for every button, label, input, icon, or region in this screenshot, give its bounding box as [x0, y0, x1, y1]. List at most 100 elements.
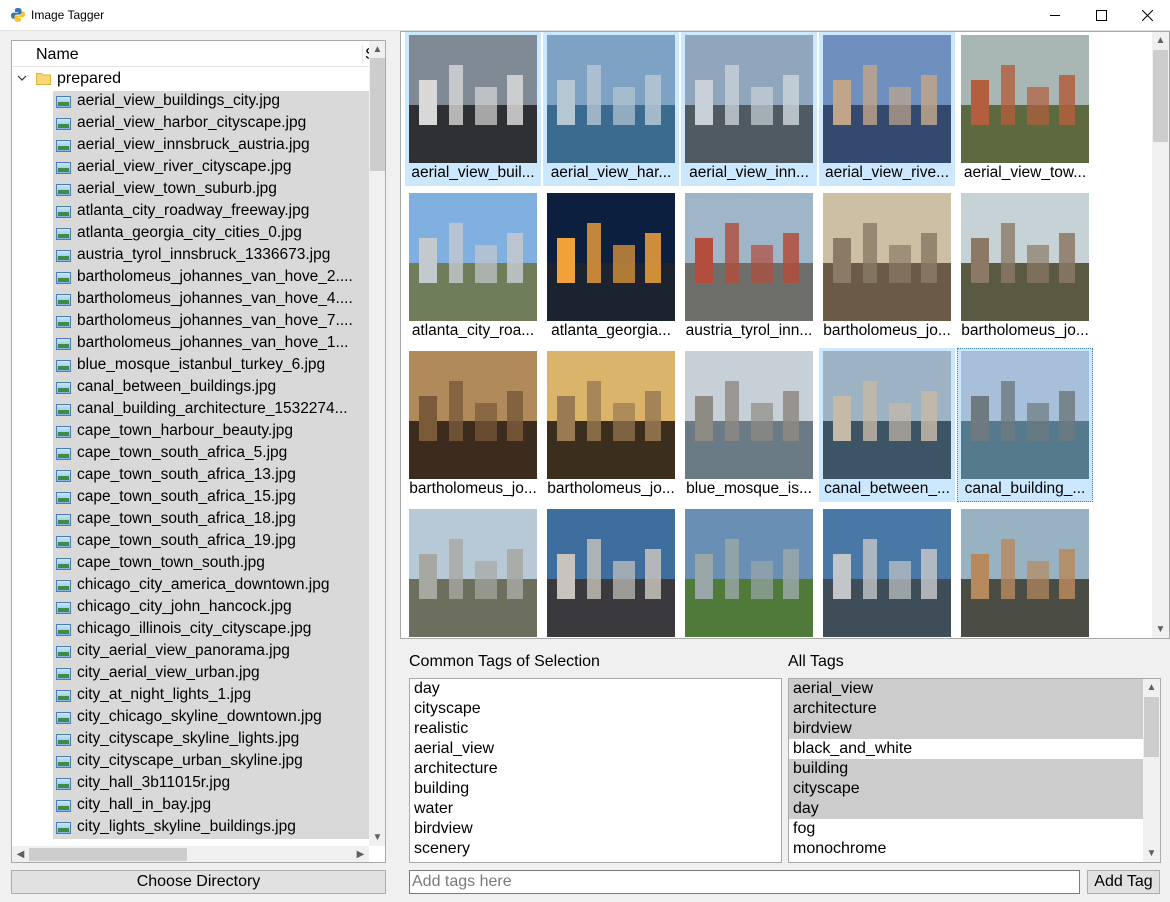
all-tag-item[interactable]: black_and_white [789, 739, 1143, 759]
file-row[interactable]: canal_between_buildings.jpg [53, 377, 369, 399]
file-row[interactable]: cape_town_town_south.jpg [53, 553, 369, 575]
file-row[interactable]: cape_town_south_africa_13.jpg [53, 465, 369, 487]
common-tag-item[interactable]: architecture [410, 759, 781, 779]
scroll-thumb[interactable] [29, 848, 187, 861]
image-tile[interactable]: blue_mosque_is... [681, 348, 817, 502]
file-tree[interactable]: Name S prepared aerial_view_buildings_ci… [11, 40, 386, 863]
scroll-right-icon[interactable]: ▶ [352, 846, 369, 862]
file-row[interactable]: cape_town_south_africa_19.jpg [53, 531, 369, 553]
image-tile[interactable] [405, 506, 541, 638]
scroll-thumb[interactable] [370, 58, 385, 171]
file-row[interactable]: aerial_view_town_suburb.jpg [53, 179, 369, 201]
image-tile[interactable]: bartholomeus_jo... [405, 348, 541, 502]
image-tile[interactable] [543, 506, 679, 638]
file-row[interactable]: atlanta_city_roadway_freeway.jpg [53, 201, 369, 223]
file-row[interactable]: city_hall_in_bay.jpg [53, 795, 369, 817]
image-tile[interactable]: atlanta_city_roa... [405, 190, 541, 344]
common-tag-item[interactable]: realistic [410, 719, 781, 739]
file-row[interactable]: bartholomeus_johannes_van_hove_2.... [53, 267, 369, 289]
image-tile[interactable]: atlanta_georgia... [543, 190, 679, 344]
image-tile[interactable]: canal_between_... [819, 348, 955, 502]
image-tile[interactable] [681, 506, 817, 638]
scroll-up-icon[interactable]: ▲ [369, 41, 385, 58]
all-tag-item[interactable]: architecture [789, 699, 1143, 719]
file-row[interactable]: cape_town_south_africa_15.jpg [53, 487, 369, 509]
image-grid[interactable]: canal_building_... canal_between_... blue_… [400, 31, 1170, 639]
chevron-down-icon[interactable] [17, 74, 27, 82]
column-divider[interactable] [362, 45, 363, 63]
file-row[interactable]: cape_town_south_africa_5.jpg [53, 443, 369, 465]
image-tile[interactable]: aerial_view_har... [543, 32, 679, 186]
all-tags-list[interactable]: aerial_view architecture birdview black_and… [788, 678, 1161, 863]
scroll-down-icon[interactable]: ▼ [1152, 621, 1169, 638]
file-row[interactable]: chicago_city_john_hancock.jpg [53, 597, 369, 619]
all-tag-item[interactable]: day [789, 799, 1143, 819]
file-row[interactable]: city_lights_skyline_buildings.jpg [53, 817, 369, 839]
file-row[interactable]: city_cityscape_urban_skyline.jpg [53, 751, 369, 773]
image-tile[interactable] [957, 506, 1093, 638]
scroll-thumb[interactable] [1144, 697, 1159, 757]
common-tag-item[interactable]: cityscape [410, 699, 781, 719]
common-tag-item[interactable]: water [410, 799, 781, 819]
all-tag-item[interactable]: cityscape [789, 779, 1143, 799]
image-tile[interactable]: bartholomeus_jo... [957, 190, 1093, 344]
tags-vertical-scrollbar[interactable]: ▲ ▼ [1143, 679, 1160, 862]
common-tag-item[interactable]: scenery [410, 839, 781, 859]
scroll-left-icon[interactable]: ◀ [12, 846, 29, 862]
file-row[interactable]: aerial_view_buildings_city.jpg [53, 91, 369, 113]
file-row[interactable]: blue_mosque_istanbul_turkey_6.jpg [53, 355, 369, 377]
tree-horizontal-scrollbar[interactable]: ◀ ▶ [12, 846, 369, 862]
file-row[interactable]: city_aerial_view_urban.jpg [53, 663, 369, 685]
file-list[interactable]: aerial_view_buildings_city.jpg aerial_vie… [53, 91, 369, 839]
minimize-button[interactable] [1032, 0, 1078, 31]
image-tile[interactable]: aerial_view_rive... [819, 32, 955, 186]
file-row[interactable]: city_chicago_skyline_downtown.jpg [53, 707, 369, 729]
tree-vertical-scrollbar[interactable]: ▲ ▼ [369, 41, 385, 846]
add-tag-button[interactable]: Add Tag [1087, 870, 1160, 894]
file-row[interactable]: city_cityscape_skyline_lights.jpg [53, 729, 369, 751]
all-tag-item[interactable]: aerial_view [789, 679, 1143, 699]
scroll-down-icon[interactable]: ▼ [369, 829, 385, 846]
folder-row-prepared[interactable]: prepared [12, 68, 369, 90]
all-tag-item[interactable]: fog [789, 819, 1143, 839]
common-tag-item[interactable]: day [410, 679, 781, 699]
file-row[interactable]: cape_town_harbour_beauty.jpg [53, 421, 369, 443]
maximize-button[interactable] [1078, 0, 1124, 31]
file-row[interactable]: austria_tyrol_innsbruck_1336673.jpg [53, 245, 369, 267]
file-row[interactable]: bartholomeus_johannes_van_hove_1... [53, 333, 369, 355]
file-row[interactable]: atlanta_georgia_city_cities_0.jpg [53, 223, 369, 245]
common-tag-item[interactable]: building [410, 779, 781, 799]
scroll-down-icon[interactable]: ▼ [1143, 845, 1160, 862]
image-tile[interactable]: aerial_view_inn... [681, 32, 817, 186]
file-row[interactable]: city_at_night_lights_1.jpg [53, 685, 369, 707]
all-tag-item[interactable]: monochrome [789, 839, 1143, 859]
file-row[interactable]: aerial_view_innsbruck_austria.jpg [53, 135, 369, 157]
image-tile[interactable]: bartholomeus_jo... [543, 348, 679, 502]
file-row[interactable]: cape_town_south_africa_18.jpg [53, 509, 369, 531]
file-row[interactable]: bartholomeus_johannes_van_hove_4.... [53, 289, 369, 311]
common-tags-list[interactable]: day cityscape realistic aerial_view architec… [409, 678, 782, 863]
file-row[interactable]: city_aerial_view_panorama.jpg [53, 641, 369, 663]
image-tile[interactable] [819, 506, 955, 638]
file-row[interactable]: chicago_illinois_city_cityscape.jpg [53, 619, 369, 641]
file-row[interactable]: canal_building_architecture_1532274... [53, 399, 369, 421]
close-button[interactable] [1124, 0, 1170, 31]
scroll-thumb[interactable] [1153, 50, 1168, 142]
name-column-header[interactable]: Name [36, 46, 79, 64]
image-tile[interactable]: canal_building_... [957, 348, 1093, 502]
file-row[interactable]: chicago_city_america_downtown.jpg [53, 575, 369, 597]
file-row[interactable]: aerial_view_river_cityscape.jpg [53, 157, 369, 179]
choose-directory-button[interactable]: Choose Directory [11, 870, 386, 894]
image-tile[interactable]: aerial_view_buil... [405, 32, 541, 186]
file-row[interactable]: city_hall_3b11015r.jpg [53, 773, 369, 795]
add-tags-input[interactable] [409, 870, 1080, 894]
scroll-up-icon[interactable]: ▲ [1152, 32, 1169, 49]
all-tag-item[interactable]: birdview [789, 719, 1143, 739]
image-tile[interactable]: austria_tyrol_inn... [681, 190, 817, 344]
common-tag-item[interactable]: birdview [410, 819, 781, 839]
common-tag-item[interactable]: aerial_view [410, 739, 781, 759]
scroll-up-icon[interactable]: ▲ [1143, 679, 1160, 696]
all-tag-item[interactable]: building [789, 759, 1143, 779]
image-tile[interactable]: aerial_view_tow... [957, 32, 1093, 186]
image-tile[interactable]: bartholomeus_jo... [819, 190, 955, 344]
